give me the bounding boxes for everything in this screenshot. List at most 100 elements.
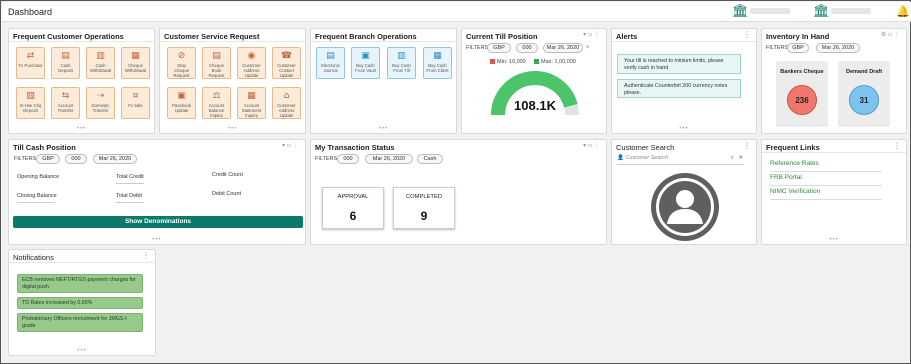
completed-count: 9 [420, 209, 428, 223]
tile-fx-purchase[interactable]: ⇄ Fx Purchase [16, 47, 45, 79]
close-icon[interactable]: ✕ [738, 155, 743, 161]
links-menu-icon[interactable]: ⋮ [893, 141, 901, 150]
min-legend-label: Min: 10,000 [497, 59, 526, 65]
tile-label: Buy Cash From Client [426, 63, 449, 73]
panel-title: Inventory In Hand [766, 32, 830, 41]
panel-header-icons[interactable]: ▾ ▫ ⋮ [282, 142, 299, 149]
tile-customer-contact-update[interactable]: ☎ Customer Contact Update [272, 47, 301, 79]
branch-filter[interactable]: 000 [516, 43, 538, 53]
date-filter[interactable]: Mar 26, 2020 [543, 43, 583, 53]
tile-cheque-book-request[interactable]: ▤ Cheque Book Request [202, 47, 231, 79]
alert-item[interactable]: Your till is reached to minium limits, p… [617, 54, 741, 74]
bankers-cheque-card[interactable]: Bankers Cheque 236 [776, 61, 828, 127]
panel-more-dots[interactable]: ••• [77, 348, 86, 354]
tile-buy-cash-from-client[interactable]: ▦ Buy Cash From Client [423, 47, 452, 79]
debit-count-label: Debit Count [212, 191, 242, 197]
date-filter[interactable]: Mar 26, 2020 [365, 154, 413, 164]
tile-cheque-withdrawal[interactable]: ▦ Cheque Withdrawal [121, 47, 150, 79]
tile-account-balance-inquiry[interactable]: ⚖ Account Balance Inquiry [202, 87, 231, 119]
currency-filter[interactable]: GBP [487, 43, 511, 53]
show-denominations-button[interactable]: Show Denominations [13, 216, 303, 228]
tile-fx-sale[interactable]: ¤ Fx Sale [121, 87, 150, 119]
user-icon: 👤 [617, 155, 624, 161]
top-bar: Dashboard 🏛 🏛 🔔 [2, 2, 911, 22]
tile-stop-cheque-request[interactable]: ⊘ Stop Cheque Request [167, 47, 196, 79]
customer-search-menu-icon[interactable]: ⋮ [743, 141, 751, 150]
chevron-right-icon[interactable]: › [586, 42, 589, 51]
panel-title: Current Till Position [466, 32, 538, 41]
branch-filter[interactable]: 000 [65, 154, 87, 164]
panel-more-dots[interactable]: ••• [228, 126, 237, 132]
notification-bell-icon[interactable]: 🔔 [896, 5, 910, 18]
passbook-icon: ▣ [177, 91, 186, 101]
filters-label: FILTERS [466, 45, 489, 51]
panel-header-icons[interactable]: ▾ ▫ ⋮ [583, 31, 600, 38]
completed-card[interactable]: COMPLETED 9 [393, 187, 455, 229]
tile-in-house-cheque-deposit[interactable]: ▧ In-Hse Chq Deposit [16, 87, 45, 119]
panel-divider [160, 41, 305, 42]
panel-more-dots[interactable]: ••• [829, 237, 838, 243]
opening-balance: Opening Balance [17, 174, 59, 180]
tile-buy-cash-from-vault[interactable]: ▣ Buy Cash From Vault [351, 47, 380, 79]
branch-filter[interactable]: 000 [337, 154, 359, 164]
location-pin-icon: ◉ [247, 51, 256, 61]
panel-title: Frequent Branch Operations [315, 32, 417, 41]
tile-label: Domestic Transfer [91, 103, 110, 113]
currency-filter[interactable]: GBP [787, 43, 809, 53]
tile-buy-cash-from-till[interactable]: ▥ Buy Cash From Till [387, 47, 416, 79]
notification-item[interactable]: TD Rates increased by 0.65% [17, 297, 143, 309]
notification-item[interactable]: Probationary Officers recruitment for JM… [17, 313, 143, 332]
branch-label-placeholder [750, 8, 790, 14]
panel-title: My Transaction Status [315, 143, 395, 152]
frequent-links-panel: Frequent Links ⋮ Reference Rates FRB Por… [761, 139, 907, 245]
alert-item[interactable]: Authenticate Counterfeit 200 currency no… [617, 79, 741, 98]
inventory-label: Demand Draft [845, 69, 883, 75]
frequent-branch-operations-panel: Frequent Branch Operations ▤ Electronic J… [310, 28, 457, 134]
tile-account-transfer[interactable]: ⇆ Account Transfer [51, 87, 80, 119]
link-reference-rates[interactable]: Reference Rates [770, 159, 882, 172]
panel-more-dots[interactable]: ••• [152, 237, 161, 243]
entity-icon[interactable]: 🏛 [813, 5, 830, 19]
link-nimc-verification[interactable]: NIMC Verification [770, 187, 882, 200]
underline [116, 202, 144, 203]
notifications-menu-icon[interactable]: ⋮ [142, 251, 150, 260]
page-title: Dashboard [8, 7, 53, 17]
tile-cash-withdrawal[interactable]: ▥ Cash Withdrawal [86, 47, 115, 79]
total-credit: Total Credit [116, 174, 144, 184]
date-filter[interactable]: Mar 26, 2020 [93, 154, 137, 164]
client-cash-icon: ▦ [433, 51, 442, 61]
tile-cash-deposit[interactable]: ▤ Cash Deposit [51, 47, 80, 79]
mode-filter[interactable]: Cash [417, 154, 443, 164]
currency-filter[interactable]: GBP [36, 154, 60, 164]
demand-draft-count: 31 [849, 85, 879, 115]
credit-count: Credit Count [212, 172, 243, 178]
tile-customer-address-update-2[interactable]: ⌂ Customer Address Update [272, 87, 301, 119]
tile-customer-address-update[interactable]: ◉ Customer Address Update [237, 47, 266, 79]
branch-icon[interactable]: 🏛 [732, 5, 749, 19]
search-icon[interactable]: ⌕ [731, 155, 734, 162]
tile-electronic-journal[interactable]: ▤ Electronic Journal [316, 47, 345, 79]
approval-card[interactable]: APPROVAL 6 [322, 187, 384, 229]
panel-more-dots[interactable]: ••• [379, 126, 388, 132]
panel-header-icons[interactable]: ▾ ▫ ⋮ [583, 142, 600, 149]
tile-account-statement-inquiry[interactable]: ▦ Account Statement Inquiry [237, 87, 266, 119]
tile-label: Passbook Update [172, 103, 191, 113]
demand-draft-card[interactable]: Demand Draft 31 [838, 61, 890, 127]
customer-search-input[interactable]: 👤 Customer Search ⌕ ✕ [617, 155, 744, 165]
completed-label: COMPLETED [405, 194, 443, 200]
approval-count: 6 [349, 209, 357, 223]
date-filter[interactable]: Mar 26, 2020 [816, 43, 860, 53]
link-frb-portal[interactable]: FRB Portal [770, 173, 882, 186]
domestic-transfer-icon: ⇢ [96, 91, 105, 101]
panel-header-icons[interactable]: ⚙ ▫ ⋮ [881, 31, 900, 38]
tile-label: Fx Purchase [18, 63, 43, 68]
tile-label: Customer Address Update [242, 63, 261, 78]
panel-divider [9, 41, 154, 42]
tile-domestic-transfer[interactable]: ⇢ Domestic Transfer [86, 87, 115, 119]
panel-divider [311, 41, 456, 42]
notification-item[interactable]: ECB removes NEFT/RTGS payment charges fo… [17, 274, 143, 293]
panel-more-dots[interactable]: ••• [77, 126, 86, 132]
alerts-menu-icon[interactable]: ⋮ [743, 30, 751, 39]
tile-passbook-update[interactable]: ▣ Passbook Update [167, 87, 196, 119]
panel-more-dots[interactable]: ••• [679, 126, 688, 132]
